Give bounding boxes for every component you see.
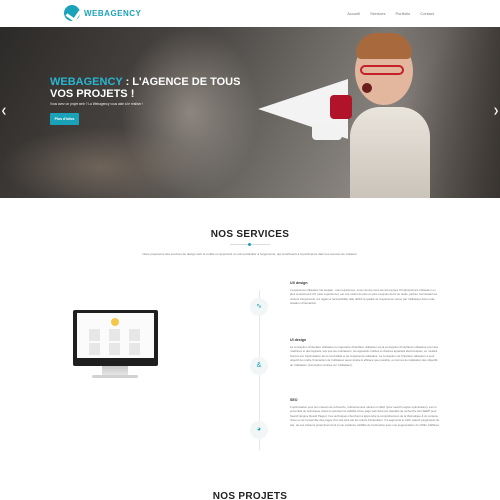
- service-title-ui: UI design: [290, 338, 307, 342]
- screen-thumbnail: [111, 318, 119, 326]
- service-text-ui: La conception d'interface utilisateur ou…: [290, 345, 439, 367]
- chevron-right-icon[interactable]: ❯: [493, 107, 499, 115]
- main-nav: Accueil Services Portfolio Contact: [347, 11, 434, 16]
- chevron-left-icon[interactable]: ❮: [1, 107, 7, 115]
- hero-subtitle: Vous avez un projet web ? La Webagency v…: [50, 102, 144, 106]
- hero-child-body: [350, 107, 430, 198]
- site-header: WEBAGENCY Accueil Services Portfolio Con…: [0, 0, 500, 27]
- hero-child-glasses: [360, 65, 404, 75]
- nav-item-contact[interactable]: Contact: [420, 11, 434, 16]
- nav-item-portfolio[interactable]: Portfolio: [396, 11, 411, 16]
- projects-title: NOS PROJETS: [212, 491, 288, 500]
- service-title-ux: UX design: [290, 281, 308, 285]
- screen-thumbnail: [109, 329, 120, 341]
- nav-item-services[interactable]: Services: [370, 11, 385, 16]
- more-info-button[interactable]: Plus d'infos: [50, 113, 79, 125]
- service-text-seo: L'optimisation pour les moteurs de reche…: [290, 405, 440, 427]
- megaphone-ring: [330, 95, 352, 119]
- monitor-base: [92, 375, 138, 378]
- megaphone-handle: [312, 122, 342, 140]
- screen-thumbnail: [89, 343, 100, 355]
- screen-thumbnail: [129, 329, 140, 341]
- screen-thumbnail: [109, 343, 120, 355]
- hero-background-light: [0, 127, 200, 198]
- pie-chart-icon: ◕: [250, 421, 268, 439]
- section-divider: [230, 243, 270, 246]
- services-title: NOS SERVICES: [210, 229, 290, 240]
- hero-title-accent: WEBAGENCY: [50, 76, 123, 88]
- chart-icon: ∿: [250, 298, 268, 316]
- services-intro: Nous proposons des services de design we…: [142, 252, 358, 256]
- logo[interactable]: WEBAGENCY: [64, 5, 141, 21]
- service-text-ux: L'expérience utilisateur (de anglais : u…: [290, 288, 438, 306]
- logo-icon: [64, 5, 80, 21]
- monitor-screen: [77, 313, 154, 358]
- screen-thumbnail: [89, 329, 100, 341]
- screen-thumbnail: [129, 343, 140, 355]
- hero-child-hair: [356, 33, 412, 59]
- hero-title: WEBAGENCY : L'AGENCE DE TOUS VOS PROJETS…: [50, 76, 260, 100]
- ampersand-icon: &: [250, 357, 268, 375]
- hero-child-mouth: [362, 83, 372, 93]
- nav-item-accueil[interactable]: Accueil: [347, 11, 360, 16]
- brand-name: WEBAGENCY: [84, 8, 142, 18]
- service-title-seo: SEO: [290, 398, 298, 402]
